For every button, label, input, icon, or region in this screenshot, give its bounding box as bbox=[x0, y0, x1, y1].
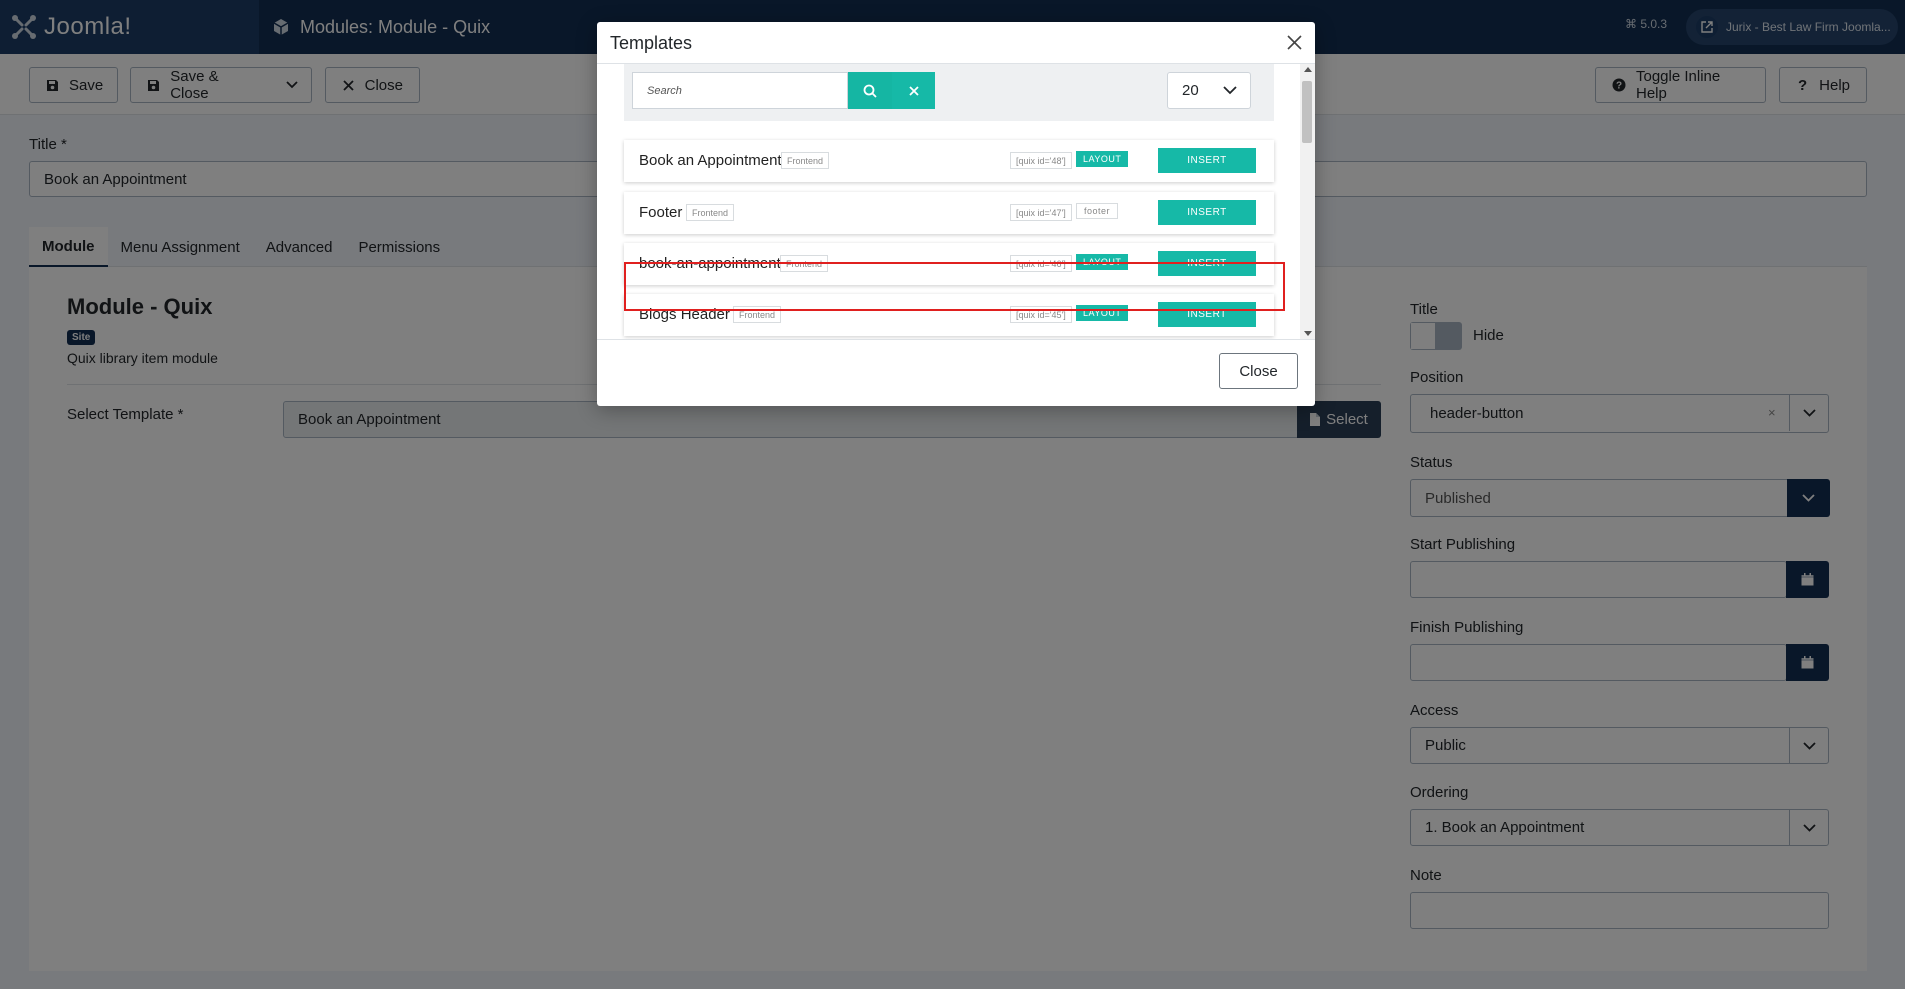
modal-scrollbar[interactable] bbox=[1300, 64, 1315, 339]
modal-header: Templates bbox=[597, 22, 1315, 64]
search-bar: Search 20 bbox=[624, 64, 1274, 121]
search-placeholder: Search bbox=[647, 84, 682, 97]
template-shortcode: [quix id='47'] bbox=[1010, 204, 1072, 221]
modal-title: Templates bbox=[610, 33, 693, 53]
per-page-value: 20 bbox=[1182, 82, 1199, 99]
modal-body: Search 20 Book an Appointment Frontend [… bbox=[597, 64, 1315, 339]
template-row: Book an Appointment Frontend [quix id='4… bbox=[624, 140, 1274, 182]
modal-close-icon[interactable] bbox=[1283, 31, 1305, 53]
template-tag: Frontend bbox=[686, 204, 735, 221]
template-tag: Frontend bbox=[781, 152, 830, 169]
scroll-thumb[interactable] bbox=[1302, 81, 1312, 143]
scroll-up-icon[interactable] bbox=[1304, 67, 1312, 72]
insert-button[interactable]: INSERT bbox=[1158, 200, 1256, 225]
template-shortcode: [quix id='48'] bbox=[1010, 152, 1072, 169]
clear-search-button[interactable] bbox=[892, 72, 935, 109]
modal-close-button[interactable]: Close bbox=[1219, 353, 1298, 389]
highlight-box bbox=[624, 262, 1285, 311]
template-type-badge: LAYOUT bbox=[1076, 151, 1129, 167]
template-row: Footer Frontend [quix id='47'] footer IN… bbox=[624, 192, 1274, 234]
scroll-down-icon[interactable] bbox=[1304, 331, 1312, 336]
templates-modal: Templates Search 20 Book an Appointment … bbox=[597, 22, 1315, 406]
insert-button[interactable]: INSERT bbox=[1158, 148, 1256, 173]
search-icon bbox=[863, 84, 877, 98]
per-page-select[interactable]: 20 bbox=[1167, 72, 1251, 109]
page: Joomla! Modules: Module - Quix ⌘ 5.0.3 J… bbox=[0, 0, 1905, 989]
template-type-badge: footer bbox=[1076, 203, 1119, 219]
template-name: Footer bbox=[639, 204, 683, 221]
modal-footer: Close bbox=[597, 339, 1315, 406]
template-name: Book an Appointment bbox=[639, 152, 782, 169]
search-button[interactable] bbox=[848, 72, 892, 109]
search-input[interactable]: Search bbox=[632, 72, 848, 109]
chevron-down-icon bbox=[1223, 86, 1237, 95]
close-icon bbox=[908, 85, 919, 96]
